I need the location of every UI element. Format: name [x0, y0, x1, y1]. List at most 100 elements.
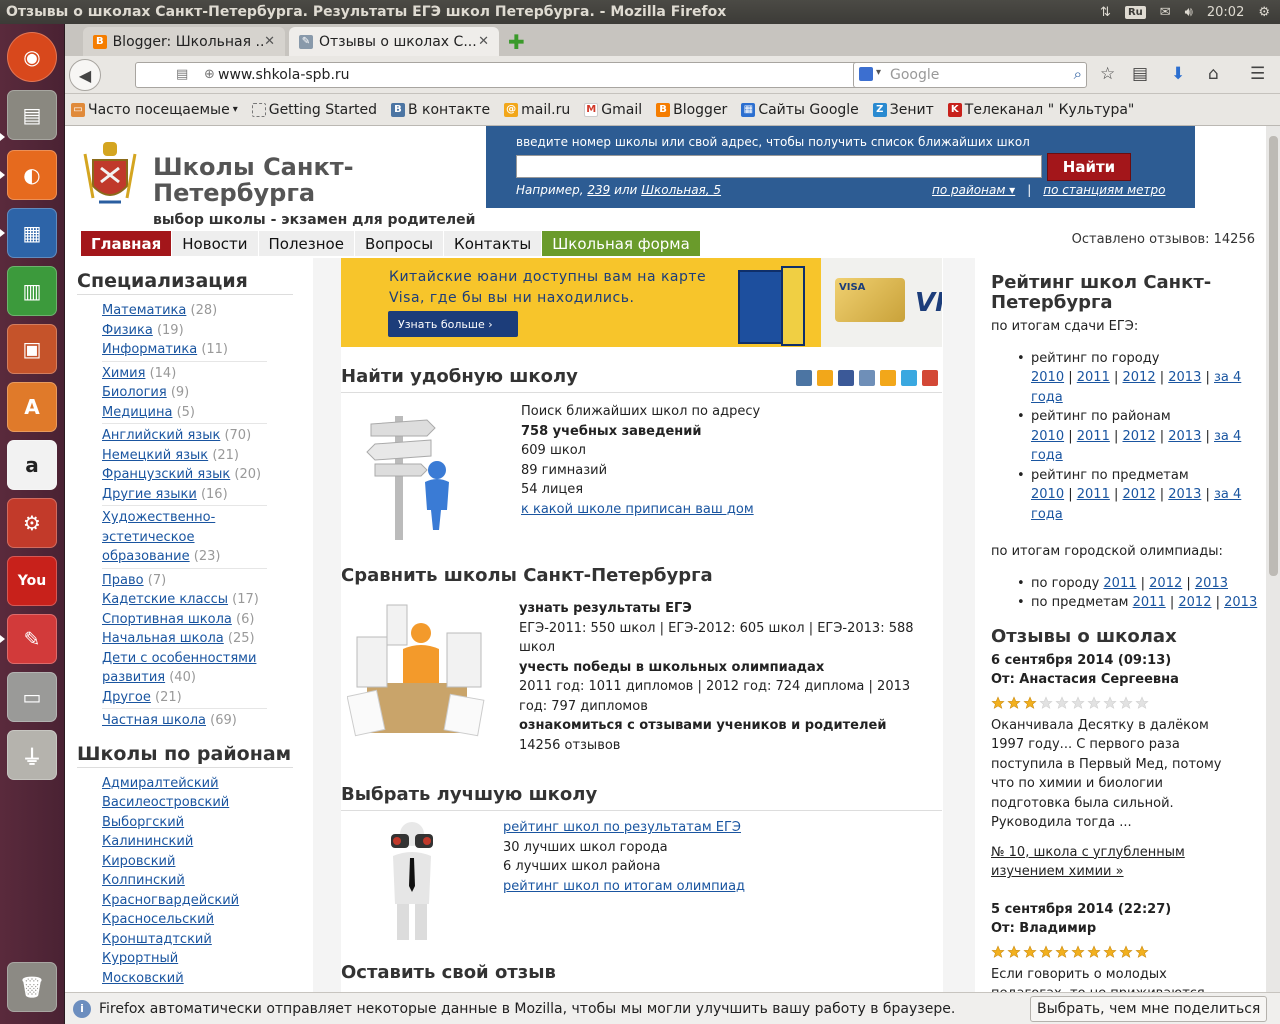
specialization-link[interactable]: Медицина	[102, 405, 172, 420]
system-settings-icon[interactable]: ⚙	[7, 498, 57, 548]
by-district-link[interactable]: по районам ▾	[932, 183, 1015, 197]
ege-rating-link[interactable]: рейтинг школ по результатам ЕГЭ	[503, 818, 745, 838]
page-scrollbar[interactable]	[1266, 126, 1280, 992]
url-text[interactable]: www.shkola-spb.ru	[218, 67, 350, 83]
specialization-link[interactable]: Другое	[102, 690, 151, 705]
ege-year-link[interactable]: 2010	[1031, 429, 1064, 444]
bookmark-kultura[interactable]: K Телеканал " Культура"	[947, 102, 1134, 118]
network-icon[interactable]: ⇅	[1100, 5, 1111, 20]
district-link[interactable]: Кронштадтский	[102, 930, 313, 950]
specialization-link[interactable]: Информатика	[102, 342, 197, 357]
example-link-street[interactable]: Школьная, 5	[641, 183, 721, 197]
file-manager-icon[interactable]: ▤	[7, 90, 57, 140]
district-link[interactable]: Курортный	[102, 949, 313, 969]
menu-item-news[interactable]: Новости	[172, 231, 259, 256]
ubuntu-dash-icon[interactable]: ◉	[7, 32, 57, 82]
specialization-link[interactable]: Биология	[102, 385, 167, 400]
mailru-share-icon[interactable]	[880, 370, 896, 386]
district-link[interactable]: Красносельский	[102, 910, 313, 930]
bookmark-gmail[interactable]: M Gmail	[584, 102, 642, 118]
example-link-239[interactable]: 239	[587, 183, 610, 197]
disk-drive-icon[interactable]: ▭	[7, 672, 57, 722]
olymp-city-2011-link[interactable]: 2011	[1103, 576, 1136, 591]
specialization-link[interactable]: Математика	[102, 303, 186, 318]
ege-year-link[interactable]: 2013	[1168, 370, 1201, 385]
specialization-link[interactable]: Кадетские классы	[102, 592, 228, 607]
document-viewer-icon[interactable]: ✎	[7, 614, 57, 664]
bookmark-getting-started[interactable]: Getting Started	[251, 102, 377, 118]
bookmark-blogger[interactable]: B Blogger	[656, 102, 727, 118]
specialization-link[interactable]: Физика	[102, 323, 153, 338]
district-link[interactable]: Колпинский	[102, 871, 313, 891]
amazon-icon[interactable]: a	[7, 440, 57, 490]
new-tab-plus-icon[interactable]: ✚	[508, 30, 525, 54]
tab-shkola-active[interactable]: ✎ Отзывы о школах С... ✕	[289, 27, 499, 56]
olymp-rating-link[interactable]: рейтинг школ по итогам олимпиад	[503, 877, 745, 897]
olymp-subject-2012-link[interactable]: 2012	[1178, 595, 1211, 610]
volume-icon[interactable]: 🔊︎	[1185, 5, 1193, 20]
odnoklassniki-share-icon[interactable]	[817, 370, 833, 386]
mail-icon[interactable]: ✉	[1160, 5, 1171, 20]
ege-year-link[interactable]: 2012	[1123, 429, 1156, 444]
district-link[interactable]: Московский	[102, 969, 313, 989]
site-title[interactable]: Школы Санкт-Петербурга	[153, 154, 413, 206]
specialization-link[interactable]: Немецкий язык	[102, 448, 208, 463]
spb-crest-logo[interactable]	[79, 138, 141, 210]
menu-item-questions[interactable]: Вопросы	[354, 231, 445, 256]
specialization-link[interactable]: Другие языки	[102, 487, 197, 502]
livejournal-share-icon[interactable]	[859, 370, 875, 386]
downloads-icon[interactable]: ⬇	[1171, 64, 1185, 84]
menu-hamburger-icon[interactable]: ☰	[1250, 64, 1265, 84]
calc-icon[interactable]: ▥	[7, 266, 57, 316]
specialization-link[interactable]: Английский язык	[102, 428, 220, 443]
specialization-link[interactable]: Химия	[102, 366, 145, 381]
twitter-share-icon[interactable]	[901, 370, 917, 386]
settings-gear-icon[interactable]: ⚙	[1258, 5, 1270, 20]
googleplus-share-icon[interactable]	[922, 370, 938, 386]
home-icon[interactable]: ⌂	[1208, 64, 1219, 84]
district-link[interactable]: Калининский	[102, 832, 313, 852]
choose-what-to-share-button[interactable]: Выбрать, чем мне поделиться	[1030, 996, 1268, 1022]
url-bar[interactable]: ▤ ⊕ www.shkola-spb.ru ▾ ↻	[135, 62, 912, 88]
ege-year-link[interactable]: 2012	[1123, 370, 1156, 385]
bookmark-star-icon[interactable]: ☆	[1100, 64, 1115, 84]
review-school-link[interactable]: № 10, школа с углубленным изучением хими…	[991, 843, 1253, 882]
writer-icon[interactable]: ▦	[7, 208, 57, 258]
scrollbar-thumb[interactable]	[1269, 136, 1278, 576]
olymp-subject-2011-link[interactable]: 2011	[1133, 595, 1166, 610]
district-link[interactable]: Красногвардейский	[102, 891, 313, 911]
olymp-subject-2013-link[interactable]: 2013	[1224, 595, 1257, 610]
district-link[interactable]: Василеостровский	[102, 793, 313, 813]
vk-share-icon[interactable]	[796, 370, 812, 386]
clock[interactable]: 20:02	[1207, 5, 1244, 20]
ad-learn-more-button[interactable]: Узнать больше ›	[388, 311, 518, 337]
specialization-link[interactable]: Французский язык	[102, 467, 230, 482]
tab-blogger[interactable]: B Blogger: Школьная ... ✕	[83, 27, 285, 56]
ege-year-link[interactable]: 2010	[1031, 370, 1064, 385]
menu-item-home[interactable]: Главная	[81, 231, 173, 256]
ege-year-link[interactable]: 2013	[1168, 487, 1201, 502]
ege-year-link[interactable]: 2011	[1077, 487, 1110, 502]
olymp-city-2013-link[interactable]: 2013	[1195, 576, 1228, 591]
back-button[interactable]: ◀	[69, 59, 101, 91]
ege-year-link[interactable]: 2012	[1123, 487, 1156, 502]
facebook-share-icon[interactable]	[838, 370, 854, 386]
search-input[interactable]: ▾ Google ⌕	[853, 62, 1087, 88]
bookmark-google-sites[interactable]: ▦ Сайты Google	[741, 102, 859, 118]
close-tab-icon[interactable]: ✕	[264, 34, 275, 49]
visa-ad-banner[interactable]: Китайские юани доступны вам на карте Vis…	[341, 258, 942, 347]
district-link[interactable]: Адмиралтейский	[102, 774, 313, 794]
engine-dropdown-icon[interactable]: ▾	[876, 67, 881, 78]
usb-drive-icon[interactable]: ⏚	[7, 730, 57, 780]
menu-item-useful[interactable]: Полезное	[258, 231, 355, 256]
ege-year-link[interactable]: 2013	[1168, 429, 1201, 444]
bookmark-zenit[interactable]: Z Зенит	[872, 102, 934, 118]
bookmark-vkontakte[interactable]: BВ контакте	[390, 102, 490, 118]
bookmarks-menu-icon[interactable]: ▤	[1132, 64, 1148, 84]
district-link[interactable]: Кировский	[102, 852, 313, 872]
by-metro-link[interactable]: по станциям метро	[1043, 183, 1165, 197]
find-button[interactable]: Найти	[1047, 153, 1131, 181]
impress-icon[interactable]: ▣	[7, 324, 57, 374]
youtube-icon[interactable]: You	[7, 556, 57, 606]
district-link[interactable]: Выборгский	[102, 813, 313, 833]
